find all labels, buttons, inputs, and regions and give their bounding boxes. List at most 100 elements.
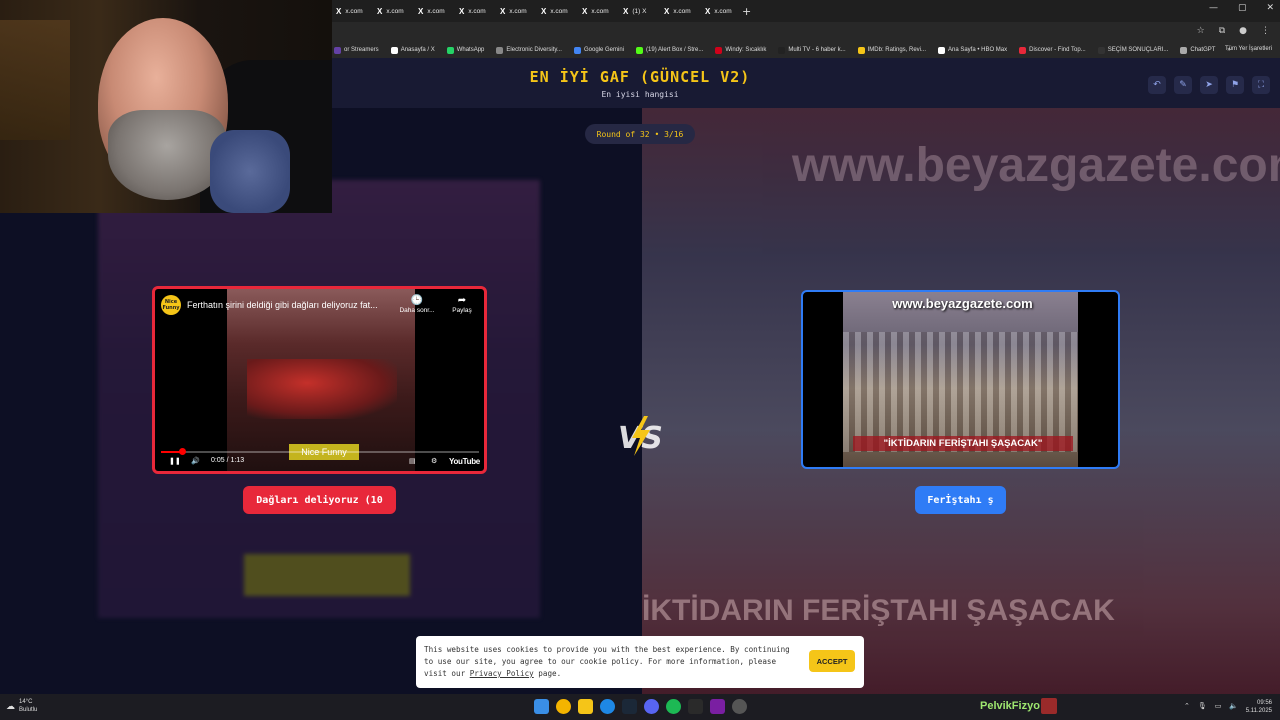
bookmark-item[interactable]: Google Gemini (573, 46, 624, 54)
watch-later-button[interactable]: 🕒 Daha sonr... (397, 295, 437, 314)
speaker-icon[interactable]: 🔈 (1229, 702, 1238, 710)
discord-icon[interactable] (644, 699, 659, 714)
bookmark-item[interactable]: ChatGPT (1180, 46, 1215, 54)
all-bookmarks-button[interactable]: Tüm Yer İşaretleri (1225, 46, 1272, 52)
bookmark-favicon-icon (446, 46, 454, 54)
file-explorer-icon[interactable] (578, 699, 593, 714)
clock-icon: 🕒 (410, 295, 424, 306)
x-logo-icon: X (623, 6, 629, 16)
star-icon[interactable]: ☆ (1197, 26, 1205, 36)
browser-tab[interactable]: Xx.com (574, 2, 615, 20)
browser-tab[interactable]: Xx.com (410, 2, 451, 20)
channel-avatar[interactable]: Nice Funny (161, 295, 181, 315)
flag-icon[interactable]: ⚑ (1226, 76, 1244, 94)
weather-widget[interactable]: ☁ 14°C Bulutlu (6, 698, 37, 714)
epic-games-icon[interactable] (688, 699, 703, 714)
vote-left-button[interactable]: Dağları deliyoruz (10 (243, 486, 396, 514)
edit-icon[interactable]: ✎ (1174, 76, 1192, 94)
share-button[interactable]: ➦ Paylaş (447, 295, 477, 314)
video-title[interactable]: Ferthatın şirini deldiği gibi dağları de… (187, 300, 378, 310)
browser-tab[interactable]: X (1) X (615, 2, 656, 20)
browser-tab[interactable]: Xx.com (369, 2, 410, 20)
video-progress-knob[interactable] (178, 448, 186, 455)
privacy-policy-link[interactable]: Privacy Policy (470, 669, 534, 678)
taskbar-apps (534, 699, 747, 714)
bookmark-item[interactable]: or Streamers (334, 46, 379, 54)
browser-tab[interactable]: Xx.com (533, 2, 574, 20)
clock[interactable]: 09:56 5.11.2025 (1246, 699, 1272, 715)
x-logo-icon: X (336, 6, 342, 16)
bookmark-item[interactable]: IMDb: Ratings, Revi... (857, 46, 926, 54)
video-time: 0:05 / 1:13 (211, 457, 245, 464)
steam-icon[interactable] (622, 699, 637, 714)
bookmark-label: Electronic Diversity... (506, 47, 562, 53)
bookmark-favicon-icon (1097, 46, 1105, 54)
bookmark-item[interactable]: Electronic Diversity... (496, 46, 562, 54)
volume-icon[interactable]: 🔊 (191, 457, 200, 465)
bookmark-item[interactable]: (19) Alert Box / Stre... (636, 46, 703, 54)
taskbar: ☁ 14°C Bulutlu PelvikFizyo ⌃ 🎙 ▭ 🔈 09:56… (0, 694, 1280, 720)
send-icon[interactable]: ➤ (1200, 76, 1218, 94)
fullscreen-icon[interactable]: ⛶ (1252, 76, 1270, 94)
bookmark-item[interactable]: Windy: Sıcaklık (715, 46, 767, 54)
bookmark-item[interactable]: Multi TV - 6 haber k... (778, 46, 846, 54)
extensions-icon[interactable]: ⧉ (1219, 26, 1225, 36)
video-progress-bar[interactable] (161, 448, 479, 455)
header-actions: ↶ ✎ ➤ ⚑ ⛶ (1148, 76, 1270, 94)
browser-tab[interactable]: Xx.com (697, 2, 738, 20)
browser-tab[interactable]: Xx.com (492, 2, 533, 20)
x-logo-icon: X (664, 6, 670, 16)
close-icon[interactable]: ✕ (1266, 3, 1274, 13)
watch-later-label: Daha sonr... (399, 307, 435, 314)
bookmark-label: Windy: Sıcaklık (725, 47, 767, 53)
minimize-icon[interactable]: — (1209, 3, 1218, 13)
webcam-shelf (0, 20, 70, 140)
browser-tab[interactable]: Xx.com (328, 2, 369, 20)
bookmark-item[interactable]: WhatsApp (446, 46, 484, 54)
weather-icon: ☁ (6, 701, 15, 711)
share-icon: ➦ (457, 295, 467, 306)
left-video-player[interactable]: Nice Funny Ferthatın şirini deldiği gibi… (152, 286, 487, 474)
right-video-player[interactable]: www.beyazgazete.com "İKTİDARIN FERİŞTAHI… (801, 290, 1120, 469)
bookmark-item[interactable]: SEÇİM SONUÇLARI... (1097, 46, 1168, 54)
bookmark-label: Multi TV - 6 haber k... (788, 47, 846, 53)
subtitles-icon[interactable]: ▤ (409, 457, 416, 465)
start-icon[interactable] (534, 699, 549, 714)
mic-icon[interactable]: 🎙 (1198, 702, 1207, 710)
bookmark-label: Anasayfa / X (400, 47, 435, 53)
bookmark-favicon-icon (938, 46, 945, 54)
vote-right-button[interactable]: Ferİştahı ş (915, 486, 1006, 514)
browser-tab[interactable]: Xx.com (451, 2, 492, 20)
spotify-icon[interactable] (666, 699, 681, 714)
maximize-icon[interactable]: ▢ (1238, 3, 1247, 13)
bookmark-item[interactable]: Ana Sayfa • HBO Max (938, 46, 1007, 54)
app-icon-blue[interactable] (600, 699, 615, 714)
webcam-person-beard (108, 110, 226, 200)
pause-icon[interactable]: ❚❚ (169, 457, 181, 465)
app-icon-purple[interactable] (710, 699, 725, 714)
bookmark-item[interactable]: Anasayfa / X (390, 46, 435, 54)
browser-tab[interactable]: Xx.com (656, 2, 697, 20)
youtube-logo[interactable]: YouTube (449, 457, 480, 466)
bookmark-favicon-icon (390, 46, 398, 54)
profile-icon[interactable]: ● (1239, 26, 1247, 36)
settings-icon[interactable]: ⚙ (431, 457, 437, 465)
x-logo-icon: X (541, 6, 547, 16)
obs-icon[interactable] (732, 699, 747, 714)
chrome-icon[interactable] (556, 699, 571, 714)
bookmark-item[interactable]: Discover - Find Top... (1019, 46, 1086, 54)
cookie-accept-button[interactable]: ACCEPT (809, 650, 855, 672)
bookmark-favicon-icon (1019, 46, 1027, 54)
new-tab-button[interactable]: + (742, 5, 751, 18)
browser-tab-title: x.com (386, 7, 404, 15)
cookie-text-end: page. (533, 669, 562, 678)
browser-tab-title: x.com (550, 7, 568, 15)
menu-icon[interactable]: ⋮ (1261, 26, 1270, 36)
network-icon[interactable]: ▭ (1215, 702, 1222, 710)
browser-tab-title: x.com (673, 7, 691, 15)
tray-chevron-icon[interactable]: ⌃ (1184, 702, 1190, 710)
undo-icon[interactable]: ↶ (1148, 76, 1166, 94)
browser-tab-title: x.com (591, 7, 609, 15)
right-video-crowd (843, 332, 1078, 452)
right-video-url-overlay: www.beyazgazete.com (892, 296, 1033, 311)
